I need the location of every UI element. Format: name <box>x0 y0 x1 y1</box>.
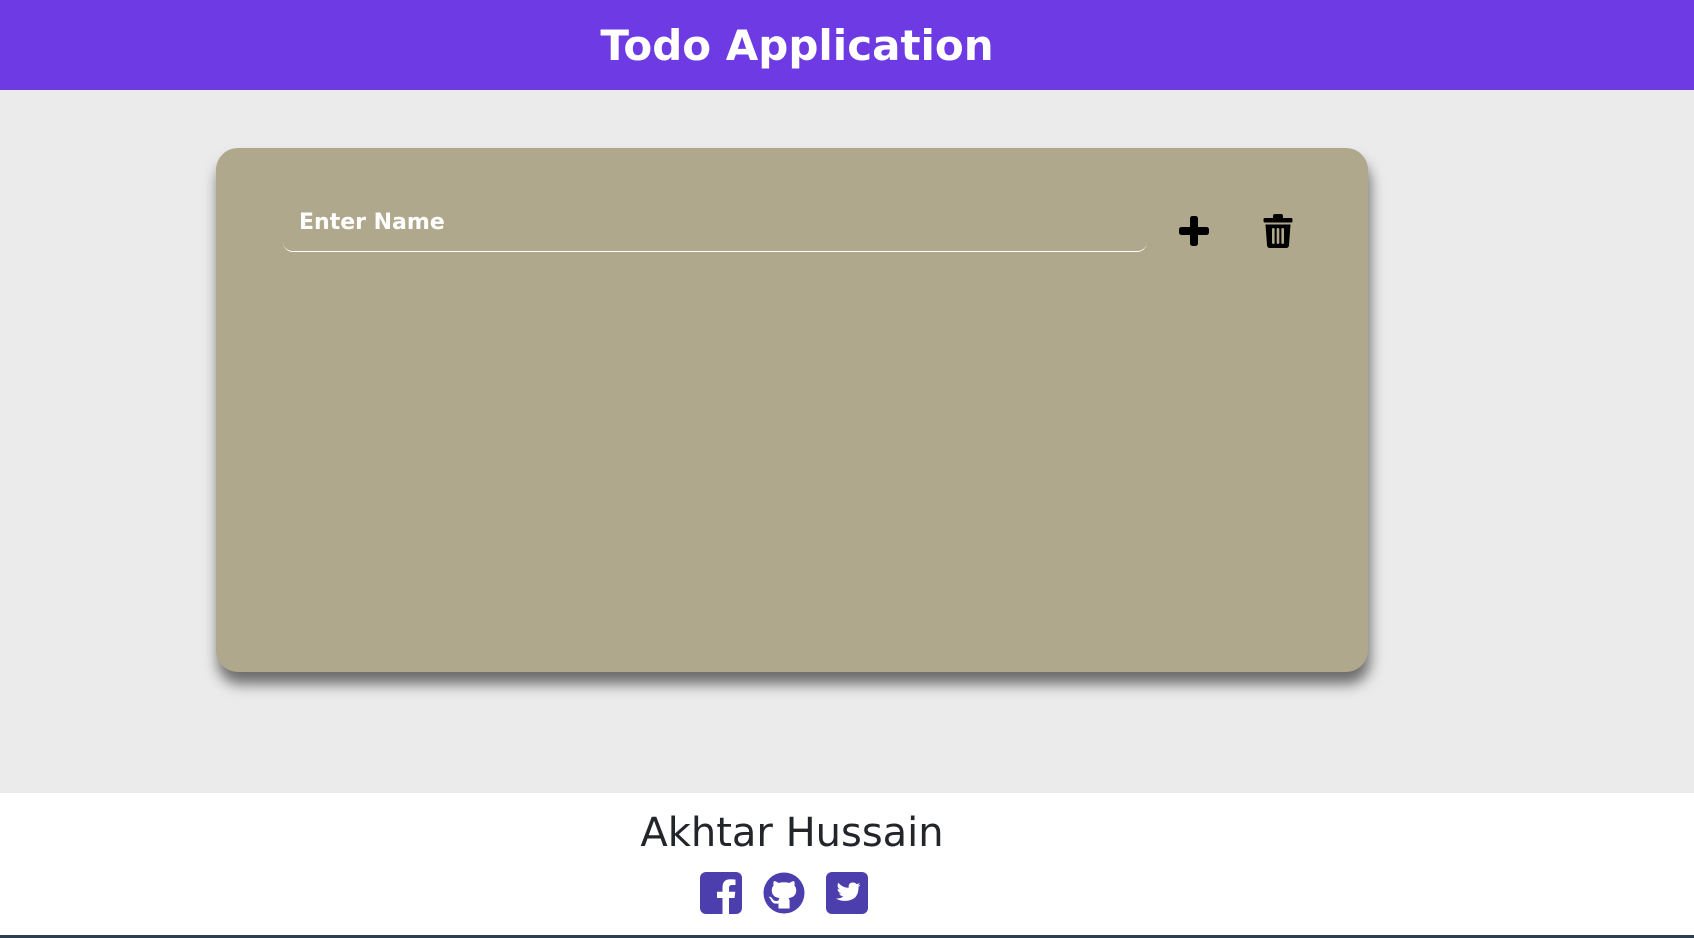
github-icon <box>763 872 805 914</box>
app-footer: Akhtar Hussain <box>0 793 1694 938</box>
app-title: Todo Application <box>600 20 994 70</box>
facebook-icon <box>700 872 742 914</box>
add-button[interactable] <box>1171 208 1217 254</box>
todo-card <box>216 148 1368 672</box>
github-link[interactable] <box>763 872 805 914</box>
twitter-icon <box>826 872 868 914</box>
app-header: Todo Application <box>0 0 1694 90</box>
name-input[interactable] <box>283 194 1147 252</box>
author-name: Akhtar Hussain <box>640 810 944 856</box>
trash-icon <box>1263 214 1293 248</box>
facebook-link[interactable] <box>700 872 742 914</box>
social-links <box>700 872 868 914</box>
twitter-link[interactable] <box>826 872 868 914</box>
plus-icon <box>1179 216 1209 246</box>
delete-all-button[interactable] <box>1255 208 1301 254</box>
